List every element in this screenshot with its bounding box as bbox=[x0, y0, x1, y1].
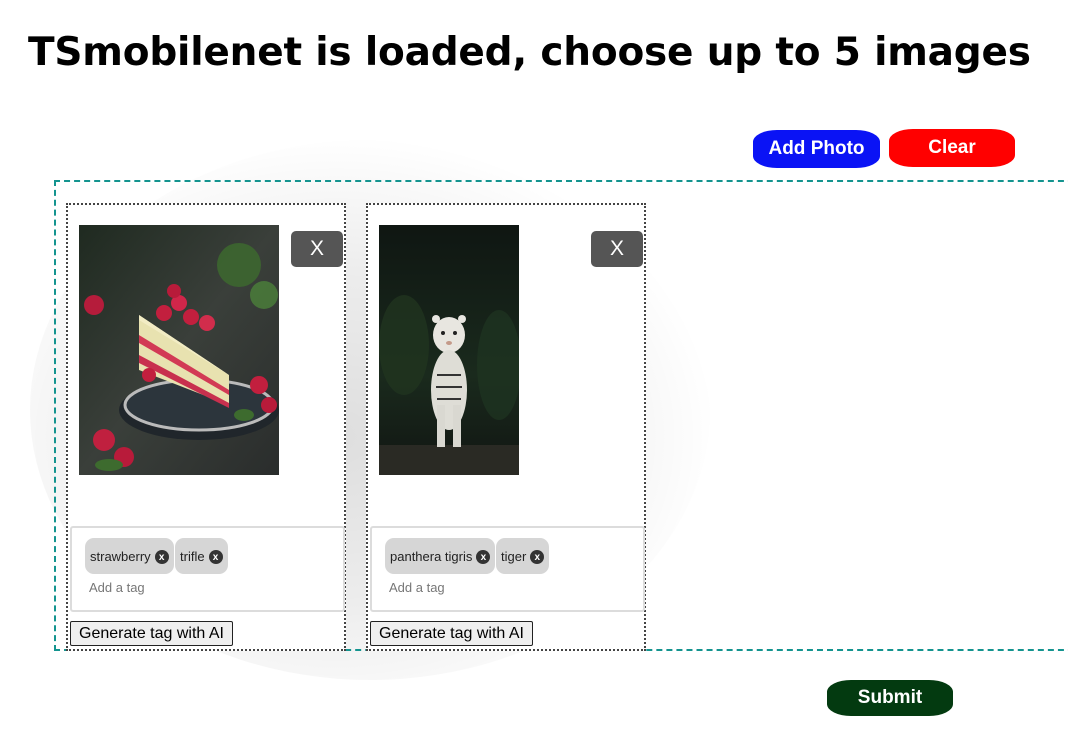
tag-chip: strawberry x bbox=[85, 538, 174, 574]
add-tag-input[interactable] bbox=[384, 574, 632, 600]
white-tiger-photo bbox=[379, 225, 519, 475]
remove-tag-icon[interactable]: x bbox=[476, 550, 491, 564]
tag-chip-label: panthera tigris bbox=[390, 548, 473, 564]
tag-chip-label: trifle bbox=[180, 548, 205, 564]
clear-button[interactable]: Clear bbox=[889, 129, 1015, 167]
remove-image-button[interactable]: X bbox=[291, 231, 343, 267]
image-card: X strawberry x trifle x Generate tag wit… bbox=[66, 203, 346, 651]
tag-chip: panthera tigris x bbox=[385, 538, 496, 574]
strawberry-cake-photo bbox=[79, 225, 279, 475]
tag-input-box[interactable]: strawberry x trifle x bbox=[70, 526, 345, 612]
generate-tag-button[interactable]: Generate tag with AI bbox=[70, 621, 233, 646]
remove-tag-icon[interactable]: x bbox=[154, 550, 169, 564]
tag-chip: trifle x bbox=[175, 538, 228, 574]
tag-chip-label: tiger bbox=[501, 548, 527, 564]
remove-tag-icon[interactable]: x bbox=[208, 550, 223, 564]
add-tag-input[interactable] bbox=[84, 574, 332, 600]
tag-input-box[interactable]: panthera tigris x tiger x bbox=[370, 526, 645, 612]
page-title: TSmobilenet is loaded, choose up to 5 im… bbox=[28, 30, 1031, 75]
generate-tag-button[interactable]: Generate tag with AI bbox=[370, 621, 533, 646]
tag-chip-label: strawberry bbox=[90, 548, 151, 564]
remove-image-button[interactable]: X bbox=[591, 231, 643, 267]
tag-chip: tiger x bbox=[496, 538, 550, 574]
submit-button[interactable]: Submit bbox=[827, 680, 953, 716]
image-card: X panthera tigris x tiger x Generate tag… bbox=[366, 203, 646, 651]
remove-tag-icon[interactable]: x bbox=[530, 550, 545, 564]
add-photo-button[interactable]: Add Photo bbox=[753, 130, 880, 168]
